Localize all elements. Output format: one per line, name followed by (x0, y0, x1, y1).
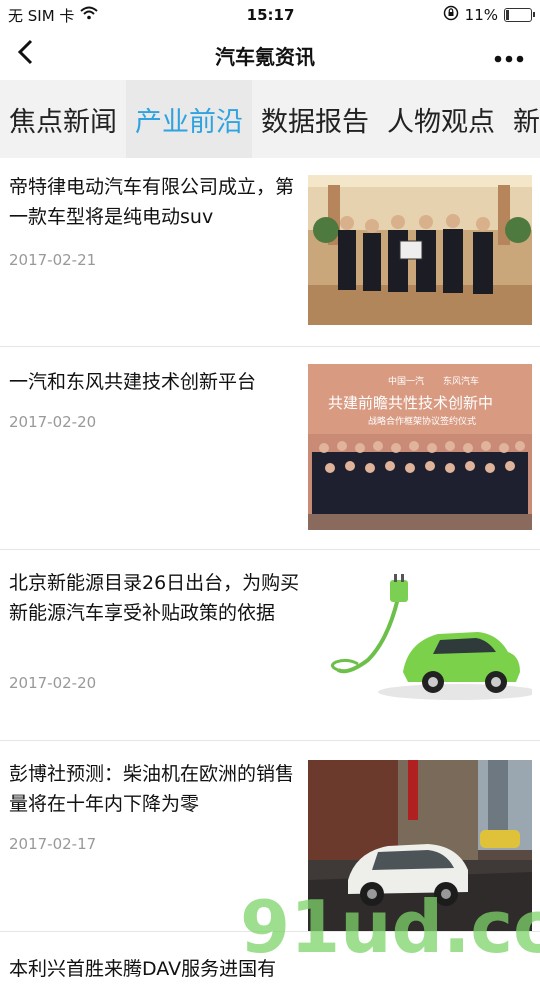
battery-icon (504, 8, 535, 22)
more-button[interactable] (484, 40, 524, 70)
article-list: 帝特律电动汽车有限公司成立，第一款车型将是纯电动suv 2017-02-21 一… (0, 158, 540, 980)
article-date: 2017-02-17 (9, 835, 97, 853)
list-item[interactable]: 北京新能源目录26日出台，为购买新能源汽车享受补贴政策的依据 2017-02-2… (0, 550, 540, 741)
article-thumbnail (308, 570, 532, 720)
chevron-left-icon (17, 39, 33, 65)
list-item[interactable]: 帝特律电动汽车有限公司成立，第一款车型将是纯电动suv 2017-02-21 (0, 158, 540, 347)
page-title: 汽车氪资讯 (215, 44, 315, 69)
image-logo-faw: 中国一汽 (388, 375, 424, 387)
article-date: 2017-02-20 (9, 674, 97, 692)
orientation-lock-icon (443, 5, 459, 25)
article-title: 帝特律电动汽车有限公司成立，第一款车型将是纯电动suv (9, 176, 295, 228)
clock: 15:17 (246, 6, 295, 24)
more-dots-icon (494, 55, 524, 63)
article-title: 北京新能源目录26日出台，为购买新能源汽车享受补贴政策的依据 (9, 572, 300, 624)
watermark-text: 91ud.com (240, 885, 540, 960)
tab-data-reports[interactable]: 数据报告 (252, 80, 378, 158)
list-item[interactable]: 一汽和东风共建技术创新平台 2017-02-20 中国一汽 东风汽车 共建前瞻共… (0, 347, 540, 550)
article-thumbnail: 中国一汽 东风汽车 共建前瞻共性技术创新中 战略合作框架协议签约仪式 (308, 364, 532, 530)
back-button[interactable] (16, 39, 46, 71)
wifi-icon (80, 6, 99, 24)
article-thumbnail (308, 175, 532, 325)
tab-people-opinions[interactable]: 人物观点 (378, 80, 504, 158)
carrier-label: 无 SIM 卡 (8, 6, 75, 25)
tab-focus-news[interactable]: 焦点新闻 (0, 80, 126, 158)
article-title: 彭博社预测：柴油机在欧洲的销售量将在十年内下降为零 (9, 763, 295, 815)
battery-percent: 11% (464, 6, 498, 24)
watermark: 91ud.com (240, 880, 540, 969)
article-date: 2017-02-21 (9, 251, 97, 269)
article-date: 2017-02-20 (9, 413, 97, 431)
image-logo-dongfeng: 东风汽车 (443, 375, 479, 387)
tab-industry-frontier[interactable]: 产业前沿 (126, 80, 252, 158)
image-subbanner: 战略合作框架协议签约仪式 (368, 415, 476, 427)
article-title: 一汽和东风共建技术创新平台 (9, 371, 257, 393)
category-tabs: 焦点新闻 产业前沿 数据报告 人物观点 新 (0, 80, 540, 158)
nav-bar: 汽车氪资讯 (0, 30, 540, 80)
tab-new-partial[interactable]: 新 (504, 80, 540, 158)
status-bar: 无 SIM 卡 15:17 11% (0, 0, 540, 30)
image-banner: 共建前瞻共性技术创新中 (328, 394, 493, 412)
